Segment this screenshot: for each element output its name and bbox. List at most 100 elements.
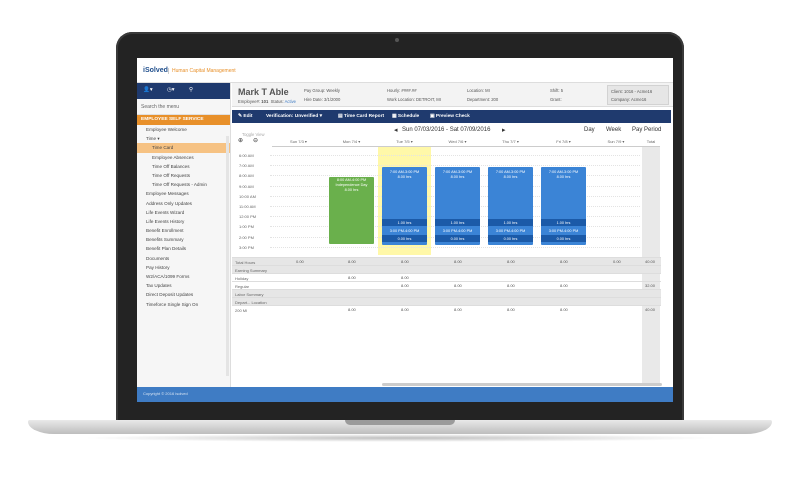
shift-time: 7:00 AM-3:00 PM <box>548 170 579 174</box>
late-hours-bar[interactable]: 0.00 hrs <box>382 235 427 242</box>
section-employee-self-service[interactable]: EMPLOYEE SELF SERVICE <box>137 115 230 125</box>
laptop-shadow <box>80 434 720 442</box>
time-label: 9:00 AM <box>239 183 254 189</box>
sidebar-item[interactable]: Time Off Requests <box>137 171 230 180</box>
total-hours-value: 8.00 <box>507 259 515 264</box>
edit-label: Edit <box>243 114 253 119</box>
sidebar-item[interactable]: Life Events History <box>137 217 230 226</box>
holiday-shift-block[interactable]: 8:00 AM-4:00 PM Independence Day 8.00 hrs <box>329 177 374 244</box>
regular-hours-value: 8.00 <box>401 283 409 288</box>
sidebar-item[interactable]: Time ▾ <box>137 134 230 143</box>
column-header[interactable]: Tue 7/5 ▾ <box>378 139 431 147</box>
holiday-hours-value: 8.00 <box>348 275 356 280</box>
sidebar-item[interactable]: W2/ACA/1099 Forms <box>137 272 230 281</box>
time-label: 3:00 PM <box>239 244 254 250</box>
sidebar-item[interactable]: Time Card <box>137 143 230 153</box>
regular-hours-value: 32.00 <box>645 283 656 288</box>
total-hours-value: 0.00 <box>613 259 621 264</box>
labor-hours-value: 8.00 <box>507 307 515 312</box>
day-view-button[interactable]: Day <box>584 127 595 133</box>
timecard-toolbar: ✎ Edit Verification: Unverified ▾ ▤ Time… <box>232 110 671 123</box>
late-hours-bar[interactable]: 0.00 hrs <box>488 235 533 242</box>
time-card-report-button[interactable]: ▤ Time Card Report <box>338 114 384 119</box>
work-shift-block[interactable]: 7:00 AM-3:00 PM 8.00 hrs 1.00 hrs 3:00 PM-4… <box>541 167 586 245</box>
time-label: 6:00 AM <box>239 153 254 158</box>
copyright: Copyright © 2016 isolved <box>143 391 188 396</box>
grid-scrollbar[interactable] <box>382 383 662 386</box>
column-header[interactable]: Thu 7/7 ▾ <box>484 139 537 147</box>
column-header[interactable]: Wed 7/6 ▾ <box>431 139 484 147</box>
sidebar-item[interactable]: Benefit Enrollment <box>137 226 230 235</box>
column-header[interactable]: Sun 7/3 ▾ <box>272 139 325 147</box>
labor-hours-value: 40.00 <box>645 307 656 312</box>
location: Location: MI <box>467 88 490 93</box>
work-shift-block[interactable]: 7:00 AM-3:00 PM 8.00 hrs 1.00 hrs 3:00 PM-4… <box>488 167 533 245</box>
sidebar-item[interactable]: Pay History <box>137 263 230 272</box>
sidebar-item[interactable]: Time Off Requests - Admin <box>137 180 230 189</box>
late-shift-time: 3:00 PM-4:00 PM <box>495 229 526 233</box>
shift: Shift: 5 <box>550 88 564 93</box>
sidebar-item[interactable]: Tax Updates <box>137 281 230 290</box>
sidebar-item[interactable]: Benefit Plan Details <box>137 244 230 253</box>
work-shift-block[interactable]: 7:00 AM-3:00 PM 8.00 hrs 1.00 hrs 3:00 PM-4… <box>382 167 427 245</box>
schedule-button[interactable]: ▦ Schedule <box>392 114 419 119</box>
employee-number-label: Employee#: <box>238 99 261 104</box>
sidebar: 👤▾ ◷▾ ⚲ Search the menu EMPLOYEE SELF SE… <box>137 83 231 387</box>
menu-search-input[interactable]: Search the menu <box>137 99 230 115</box>
status-active[interactable]: Active <box>285 99 296 104</box>
shift-time: 7:00 AM-3:00 PM <box>389 170 420 174</box>
sidebar-item[interactable]: Employee Absences <box>137 153 230 162</box>
sidebar-item[interactable]: Direct Deposit Updates <box>137 290 230 299</box>
column-header[interactable]: Mon 7/4 ▾ <box>325 139 378 147</box>
time-label: 12:00 PM <box>239 214 257 220</box>
app-header: iSolved Human Capital Management <box>137 58 673 83</box>
column-header[interactable]: Sun 7/9 ▾ <box>590 139 642 147</box>
work-shift-block[interactable]: 7:00 AM-3:00 PM 8.00 hrs 1.00 hrs 3:00 PM-4… <box>435 167 480 245</box>
verification-dropdown[interactable]: Verification: Unverified ▾ <box>266 114 322 119</box>
isolved-logo[interactable]: iSolved <box>143 67 168 74</box>
column-header[interactable]: Total <box>642 139 660 147</box>
sidebar-item[interactable]: Documents <box>137 254 230 263</box>
holiday-hours-value: 8.00 <box>401 275 409 280</box>
previous-week-icon[interactable]: ◂ <box>394 126 398 134</box>
break-bar[interactable]: 1.00 hrs <box>541 219 586 226</box>
late-hours-bar[interactable]: 0.00 hrs <box>541 235 586 242</box>
grant: Grant: <box>550 97 562 102</box>
pencil-icon: ✎ <box>238 114 243 119</box>
total-hours-value: 0.00 <box>296 259 304 264</box>
week-view-button[interactable]: Week <box>606 127 621 133</box>
pay-period-view-button[interactable]: Pay Period <box>632 127 661 133</box>
sidebar-item[interactable]: Timeforce Single Sign On <box>137 300 230 309</box>
column-header[interactable]: Fri 7/8 ▾ <box>537 139 590 147</box>
sidebar-scrollbar[interactable] <box>226 136 229 376</box>
sidebar-item[interactable]: Life Events Wizard <box>137 208 230 217</box>
time-label: 8:00 AM <box>239 173 254 179</box>
total-hours-value: 8.00 <box>454 259 462 264</box>
break-bar[interactable]: 1.00 hrs <box>435 219 480 226</box>
sidebar-item[interactable]: Address Only Updates <box>137 199 230 208</box>
late-shift-time: 3:00 PM-4:00 PM <box>548 229 579 233</box>
shift-hours: 8.00 hrs <box>503 175 518 179</box>
pin-icon[interactable]: ⚲ <box>189 87 193 93</box>
sidebar-item[interactable]: Time Off Balances <box>137 162 230 171</box>
sidebar-item[interactable]: Employee Messages <box>137 189 230 198</box>
regular-hours-value: 8.00 <box>454 283 462 288</box>
camera-icon <box>395 38 399 42</box>
summary-row-label: Labor Summary <box>232 289 661 297</box>
sidebar-item[interactable]: Benefits Summary <box>137 235 230 244</box>
summary-row-label: Earning Summary <box>232 265 661 273</box>
user-menu-icon[interactable]: 👤▾ <box>143 87 153 93</box>
break-bar[interactable]: 1.00 hrs <box>382 219 427 226</box>
sidebar-menu: Employee Welcome Time ▾ Time Card Employee … <box>137 125 230 309</box>
date-range: Sun 07/03/2016 - Sat 07/09/2016 <box>402 127 491 133</box>
clock-menu-icon[interactable]: ◷▾ <box>167 87 175 93</box>
late-hours-bar[interactable]: 0.00 hrs <box>435 235 480 242</box>
break-bar[interactable]: 1.00 hrs <box>488 219 533 226</box>
next-week-icon[interactable]: ▸ <box>502 126 506 134</box>
preview-check-button[interactable]: ▣ Preview Check <box>430 114 470 119</box>
hourly-rate: Hourly: ####.## <box>387 88 417 93</box>
department: Department: 200 <box>467 97 499 102</box>
summary-row-label: 200 MI <box>232 305 661 313</box>
sidebar-item[interactable]: Employee Welcome <box>137 125 230 134</box>
edit-button[interactable]: ✎ Edit <box>238 114 252 119</box>
